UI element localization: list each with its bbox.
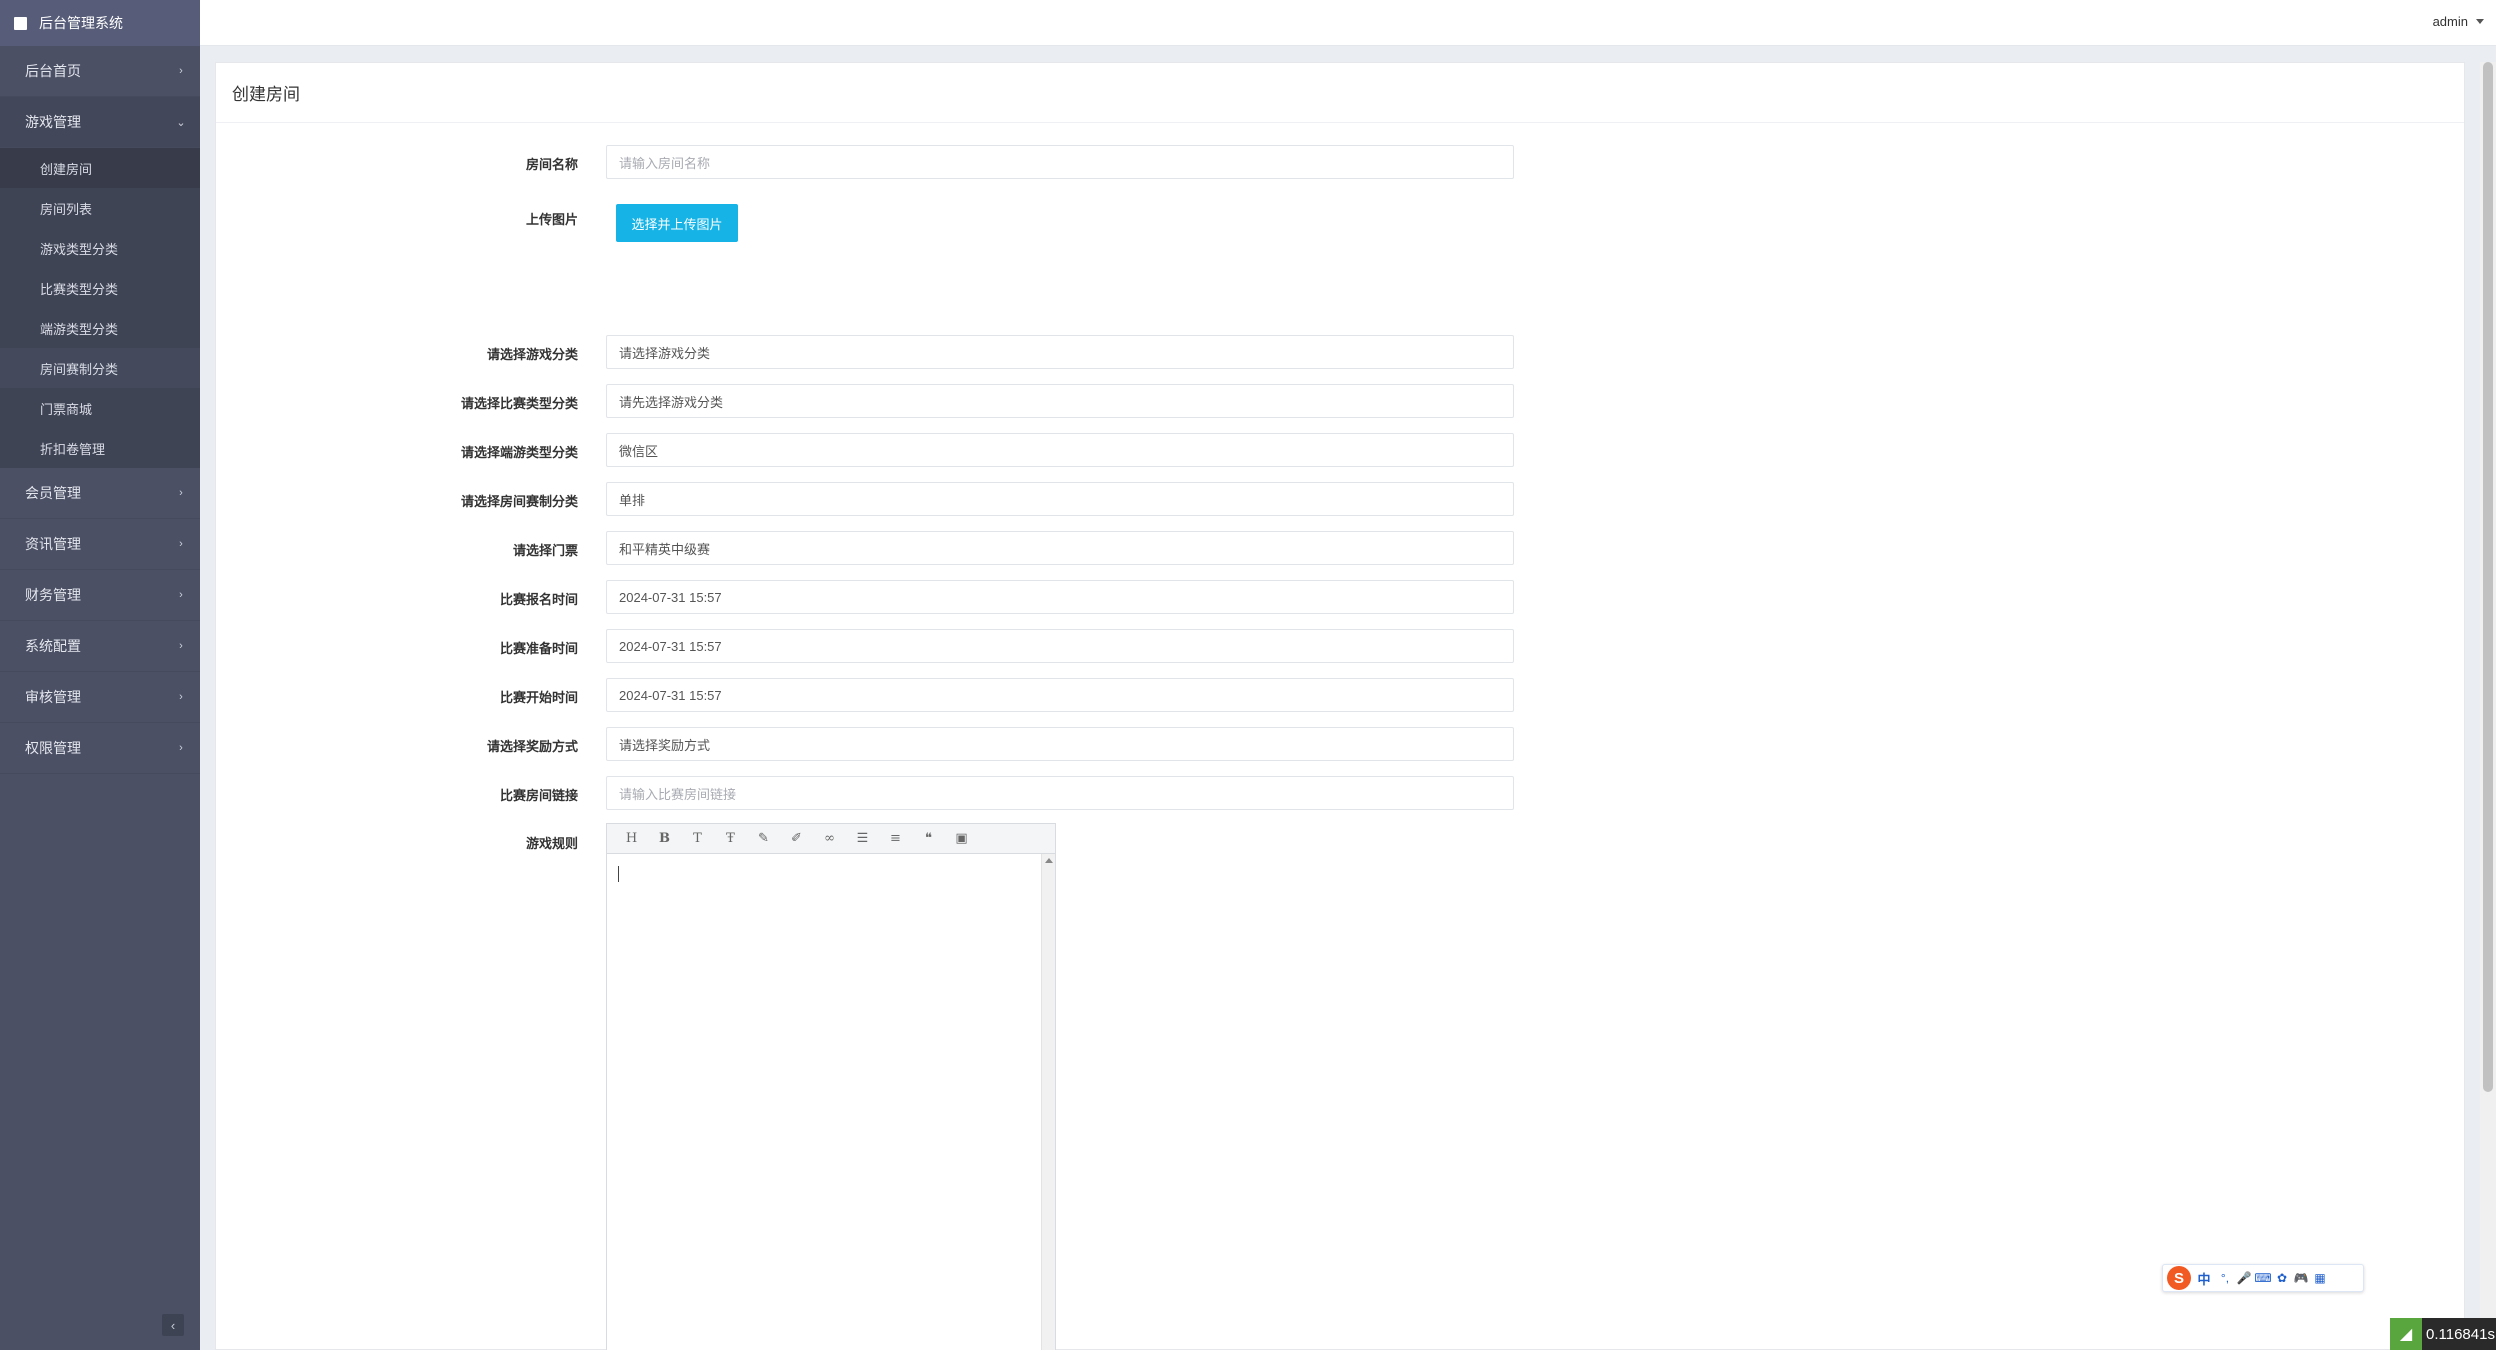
- chevron-right-icon: ›: [179, 742, 183, 754]
- page-title: 创建房间: [216, 63, 2464, 123]
- game-category-label: 请选择游戏分类: [486, 347, 578, 362]
- pc-category-label: 请选择端游类型分类: [460, 445, 578, 460]
- pc-category-select[interactable]: 微信区: [606, 433, 1514, 467]
- upload-image-button[interactable]: 选择并上传图片: [616, 204, 738, 242]
- rules-editor: H B T Ŧ ✎ ✐ ∞ ☰ ≡ ❝ ▣: [606, 823, 1056, 1350]
- font-size-icon[interactable]: T: [681, 824, 714, 854]
- editor-scrollbar[interactable]: [1041, 854, 1055, 1350]
- ime-mode-toggle[interactable]: 中: [2194, 1269, 2214, 1288]
- match-category-select[interactable]: 请先选择游戏分类: [606, 384, 1514, 418]
- game-category-select[interactable]: 请选择游戏分类: [606, 335, 1514, 369]
- room-link-label: 比赛房间链接: [499, 788, 578, 803]
- signup-time-input[interactable]: 2024-07-31 15:57: [606, 580, 1514, 614]
- rules-label: 游戏规则: [525, 836, 578, 851]
- brand-icon: [14, 16, 27, 30]
- rules-textarea[interactable]: [607, 854, 1041, 1350]
- room-name-input[interactable]: 请输入房间名称: [606, 145, 1514, 179]
- apps-icon[interactable]: ▦: [2312, 1270, 2328, 1286]
- signup-time-label: 比赛报名时间: [499, 592, 578, 607]
- sidebar-item-ticket-shop[interactable]: 门票商城: [0, 388, 200, 428]
- sidebar-item-game-management[interactable]: 游戏管理 ⌄: [0, 97, 200, 148]
- sidebar-item-finance[interactable]: 财务管理 ›: [0, 570, 200, 621]
- text-cursor: [618, 866, 619, 882]
- username: admin: [2432, 14, 2468, 29]
- align-icon[interactable]: ≡: [879, 824, 912, 854]
- game-submenu: 创建房间 房间列表 游戏类型分类 比赛类型分类 端游类型分类 房间赛制分类 门票…: [0, 148, 200, 468]
- sidebar-item-match-type[interactable]: 比赛类型分类: [0, 268, 200, 308]
- clear-format-icon[interactable]: Ŧ: [714, 824, 747, 854]
- format-category-label: 请选择房间赛制分类: [460, 494, 578, 509]
- sidebar-item-create-room[interactable]: 创建房间: [0, 148, 200, 188]
- chevron-right-icon: ›: [179, 538, 183, 550]
- microphone-icon[interactable]: 🎤: [2236, 1270, 2252, 1286]
- room-name-label: 房间名称: [525, 157, 578, 172]
- start-time-label: 比赛开始时间: [499, 690, 578, 705]
- ticket-label: 请选择门票: [512, 543, 578, 558]
- punctuation-icon[interactable]: °,: [2217, 1270, 2233, 1286]
- create-room-panel: 创建房间 房间名称 请输入房间名称 上传图片 选择并上传图片 请选择游戏分类 请…: [215, 62, 2465, 1350]
- sidebar-item-game-type[interactable]: 游戏类型分类: [0, 228, 200, 268]
- prep-time-label: 比赛准备时间: [499, 641, 578, 656]
- highlight-icon[interactable]: ✎: [747, 824, 780, 854]
- heading-icon[interactable]: H: [615, 824, 648, 854]
- sidebar-collapse-button[interactable]: ‹: [162, 1314, 184, 1336]
- chevron-right-icon: ›: [179, 589, 183, 601]
- topbar: admin: [200, 0, 2496, 46]
- chevron-right-icon: ›: [179, 691, 183, 703]
- sidebar-item-news[interactable]: 资讯管理 ›: [0, 519, 200, 570]
- reward-label: 请选择奖励方式: [486, 739, 578, 754]
- brand[interactable]: 后台管理系统: [0, 0, 200, 46]
- timer-value: 0.116841s: [2426, 1325, 2495, 1343]
- ticket-select[interactable]: 和平精英中级赛: [606, 531, 1514, 565]
- match-category-label: 请选择比赛类型分类: [460, 396, 578, 411]
- list-icon[interactable]: ☰: [846, 824, 879, 854]
- brush-icon[interactable]: ✐: [780, 824, 813, 854]
- skin-icon[interactable]: ✿: [2274, 1270, 2290, 1286]
- sidebar-item-coupons[interactable]: 折扣卷管理: [0, 428, 200, 468]
- sidebar-item-permissions[interactable]: 权限管理 ›: [0, 723, 200, 774]
- sidebar-item-system[interactable]: 系统配置 ›: [0, 621, 200, 672]
- editor-toolbar: H B T Ŧ ✎ ✐ ∞ ☰ ≡ ❝ ▣: [607, 824, 1055, 854]
- ime-toolbar: S 中 °, 🎤 ⌨ ✿ 🎮 ▦: [2162, 1264, 2364, 1292]
- sidebar-item-review[interactable]: 审核管理 ›: [0, 672, 200, 723]
- chevron-right-icon: ›: [179, 487, 183, 499]
- image-icon[interactable]: ▣: [945, 824, 978, 854]
- keyboard-icon[interactable]: ⌨: [2254, 1270, 2271, 1286]
- game-icon[interactable]: 🎮: [2293, 1270, 2309, 1286]
- chevron-right-icon: ›: [179, 640, 183, 652]
- start-time-input[interactable]: 2024-07-31 15:57: [606, 678, 1514, 712]
- sidebar-item-members[interactable]: 会员管理 ›: [0, 468, 200, 519]
- sidebar-item-room-format[interactable]: 房间赛制分类: [0, 348, 200, 388]
- reward-select[interactable]: 请选择奖励方式: [606, 727, 1514, 761]
- format-category-select[interactable]: 单排: [606, 482, 1514, 516]
- sidebar-item-home[interactable]: 后台首页 ›: [0, 46, 200, 97]
- leaf-icon: ◢: [2390, 1318, 2422, 1350]
- page-timer-badge: ◢ 0.116841s: [2390, 1318, 2496, 1350]
- quote-icon[interactable]: ❝: [912, 824, 945, 854]
- page-scrollbar-thumb[interactable]: [2483, 62, 2493, 1092]
- caret-down-icon: [2476, 19, 2484, 24]
- sidebar-item-room-list[interactable]: 房间列表: [0, 188, 200, 228]
- bold-icon[interactable]: B: [648, 824, 681, 854]
- room-link-input[interactable]: 请输入比赛房间链接: [606, 776, 1514, 810]
- sogou-logo-icon[interactable]: S: [2167, 1266, 2191, 1290]
- sidebar-item-pc-game-type[interactable]: 端游类型分类: [0, 308, 200, 348]
- sidebar: 后台管理系统 后台首页 › 游戏管理 ⌄ 创建房间 房间列表 游戏类型分类 比赛…: [0, 0, 200, 1350]
- scroll-up-icon[interactable]: [1045, 858, 1053, 863]
- user-menu[interactable]: admin: [2433, 14, 2484, 29]
- upload-label: 上传图片: [525, 212, 578, 227]
- brand-title: 后台管理系统: [39, 15, 123, 31]
- chevron-right-icon: ›: [179, 65, 183, 77]
- page-scrollbar[interactable]: [2480, 62, 2496, 1350]
- prep-time-input[interactable]: 2024-07-31 15:57: [606, 629, 1514, 663]
- link-icon[interactable]: ∞: [813, 824, 846, 854]
- chevron-down-icon: ⌄: [176, 116, 186, 129]
